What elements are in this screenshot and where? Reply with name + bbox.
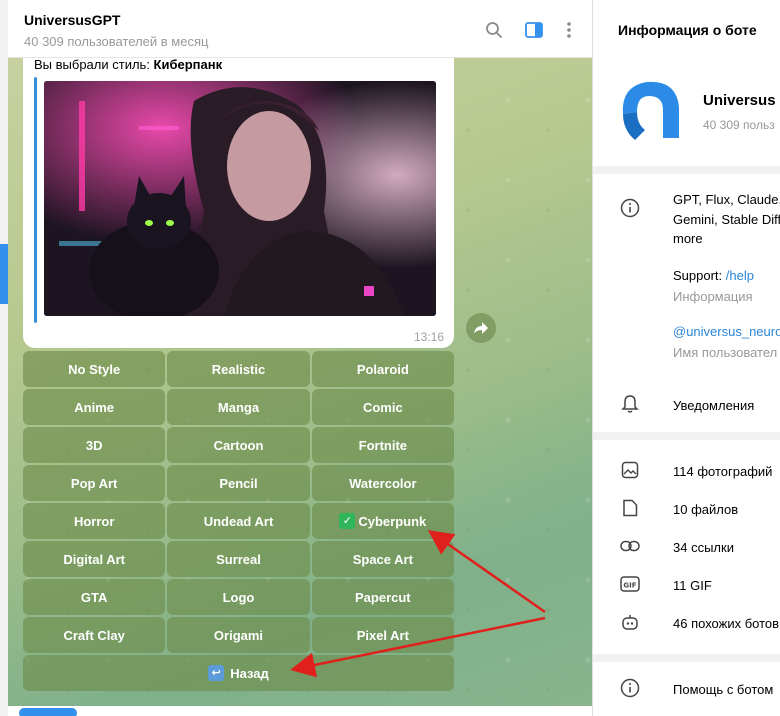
message-prefix: Вы выбрали стиль:	[34, 57, 154, 72]
checkmark-icon: ✓	[339, 513, 356, 529]
info-label: Информация	[673, 289, 753, 304]
support-label: Support:	[673, 268, 726, 283]
gifs-link[interactable]: 11 GIF	[673, 578, 712, 593]
style-button-logo[interactable]: Logo	[167, 579, 310, 615]
info-icon	[620, 198, 640, 218]
style-button-undead-art[interactable]: Undead Art	[167, 503, 310, 539]
username-link[interactable]: @universus_neuro	[673, 324, 780, 339]
gif-icon: GIF	[620, 574, 640, 594]
style-button-watercolor[interactable]: Watercolor	[311, 465, 454, 501]
style-button-cyberpunk[interactable]: ✓ Cyberpunk	[311, 503, 454, 539]
svg-text:GIF: GIF	[623, 582, 636, 590]
message-time: 13:16	[413, 330, 444, 344]
style-button-origami[interactable]: Origami	[167, 617, 310, 653]
style-button-comic[interactable]: Comic	[311, 389, 454, 425]
style-button-label: Cyberpunk	[358, 513, 427, 529]
style-button-papercut[interactable]: Papercut	[311, 579, 454, 615]
sidebar-toggle-icon[interactable]	[523, 19, 545, 41]
active-chat-indicator	[0, 244, 8, 304]
chat-list-edge	[0, 0, 8, 716]
search-icon[interactable]	[483, 19, 505, 41]
description-line: Gemini, Stable Diff	[673, 212, 780, 227]
message-text: Вы выбрали стиль: Киберпанк	[34, 57, 222, 72]
style-button-fortnite[interactable]: Fortnite	[311, 427, 454, 463]
support-line: Support: /help	[673, 268, 754, 283]
support-link[interactable]: /help	[726, 268, 754, 283]
link-icon	[620, 536, 640, 556]
notifications-toggle[interactable]: Уведомления	[673, 398, 754, 413]
keyboard-row: No Style Realistic Polaroid	[23, 351, 454, 387]
chat-area: UniversusGPT 40 309 пользователей в меся…	[8, 0, 592, 716]
style-button-anime[interactable]: Anime	[23, 389, 166, 425]
bell-icon	[620, 394, 640, 414]
back-button[interactable]: ↩ Назад	[23, 655, 454, 691]
help-card: Помощь с ботом	[593, 662, 780, 716]
bot-menu-button[interactable]	[19, 708, 77, 716]
description-line: more	[673, 231, 703, 246]
style-button-cartoon[interactable]: Cartoon	[167, 427, 310, 463]
panel-title: Информация о боте	[618, 22, 757, 38]
help-info-icon	[620, 678, 640, 698]
description-line: GPT, Flux, Claude,	[673, 192, 780, 207]
help-link[interactable]: Помощь с ботом	[673, 682, 773, 697]
forward-button[interactable]	[466, 313, 496, 343]
bot-subscribers: 40 309 польз	[703, 118, 775, 132]
composer-bar	[8, 706, 592, 716]
style-button-3d[interactable]: 3D	[23, 427, 166, 463]
about-card: GPT, Flux, Claude, Gemini, Stable Diff m…	[593, 174, 780, 432]
username-label: Имя пользовател	[673, 345, 778, 360]
message-style: Киберпанк	[153, 57, 223, 72]
keyboard-row: Pop Art Pencil Watercolor	[23, 465, 454, 501]
bot-name: Universus	[703, 92, 776, 109]
style-button-pixel-art[interactable]: Pixel Art	[311, 617, 454, 653]
inline-keyboard: No Style Realistic Polaroid Anime Manga …	[23, 351, 454, 693]
photo-icon	[620, 460, 640, 480]
quote-bar	[34, 77, 37, 323]
style-button-manga[interactable]: Manga	[167, 389, 310, 425]
keyboard-row: Craft Clay Origami Pixel Art	[23, 617, 454, 653]
files-link[interactable]: 10 файлов	[673, 502, 738, 517]
chat-header[interactable]: UniversusGPT 40 309 пользователей в меся…	[8, 0, 592, 58]
style-button-horror[interactable]: Horror	[23, 503, 166, 539]
style-button-pencil[interactable]: Pencil	[167, 465, 310, 501]
generated-image[interactable]	[44, 81, 436, 316]
back-arrow-icon: ↩	[208, 665, 225, 681]
keyboard-row: 3D Cartoon Fortnite	[23, 427, 454, 463]
cyberpunk-portrait-illustration	[44, 81, 436, 316]
keyboard-row: GTA Logo Papercut	[23, 579, 454, 615]
more-vertical-icon[interactable]	[558, 19, 580, 41]
bot-icon	[620, 612, 640, 632]
similar-bots-link[interactable]: 46 похожих ботов	[673, 616, 779, 631]
chat-title[interactable]: UniversusGPT	[24, 12, 120, 28]
bot-avatar[interactable]	[613, 74, 687, 148]
style-button-craft-clay[interactable]: Craft Clay	[23, 617, 166, 653]
telegram-window: UniversusGPT 40 309 пользователей в меся…	[0, 0, 780, 716]
links-link[interactable]: 34 ссылки	[673, 540, 734, 555]
keyboard-row: Anime Manga Comic	[23, 389, 454, 425]
media-card: 114 фотографий 10 файлов 34 ссылки GIF 1…	[593, 440, 780, 654]
style-button-pop-art[interactable]: Pop Art	[23, 465, 166, 501]
photos-link[interactable]: 114 фотографий	[673, 464, 772, 479]
bot-info-panel: Информация о боте Universus 40 309 польз…	[592, 0, 780, 716]
style-button-realistic[interactable]: Realistic	[167, 351, 310, 387]
keyboard-row: Horror Undead Art ✓ Cyberpunk	[23, 503, 454, 539]
style-button-polaroid[interactable]: Polaroid	[311, 351, 454, 387]
style-button-space-art[interactable]: Space Art	[311, 541, 454, 577]
chat-subtitle: 40 309 пользователей в месяц	[24, 34, 209, 49]
message-bubble: Вы выбрали стиль: Киберпанк 13:16	[23, 44, 454, 348]
back-button-label: Назад	[230, 665, 269, 681]
style-button-gta[interactable]: GTA	[23, 579, 166, 615]
file-icon	[620, 498, 640, 518]
keyboard-row: Digital Art Surreal Space Art	[23, 541, 454, 577]
style-button-surreal[interactable]: Surreal	[167, 541, 310, 577]
forward-icon	[474, 322, 488, 334]
profile-card: Информация о боте Universus 40 309 польз	[593, 0, 780, 166]
style-button-no-style[interactable]: No Style	[23, 351, 166, 387]
universus-logo-icon	[622, 81, 679, 140]
style-button-digital-art[interactable]: Digital Art	[23, 541, 166, 577]
keyboard-row: ↩ Назад	[23, 655, 454, 691]
